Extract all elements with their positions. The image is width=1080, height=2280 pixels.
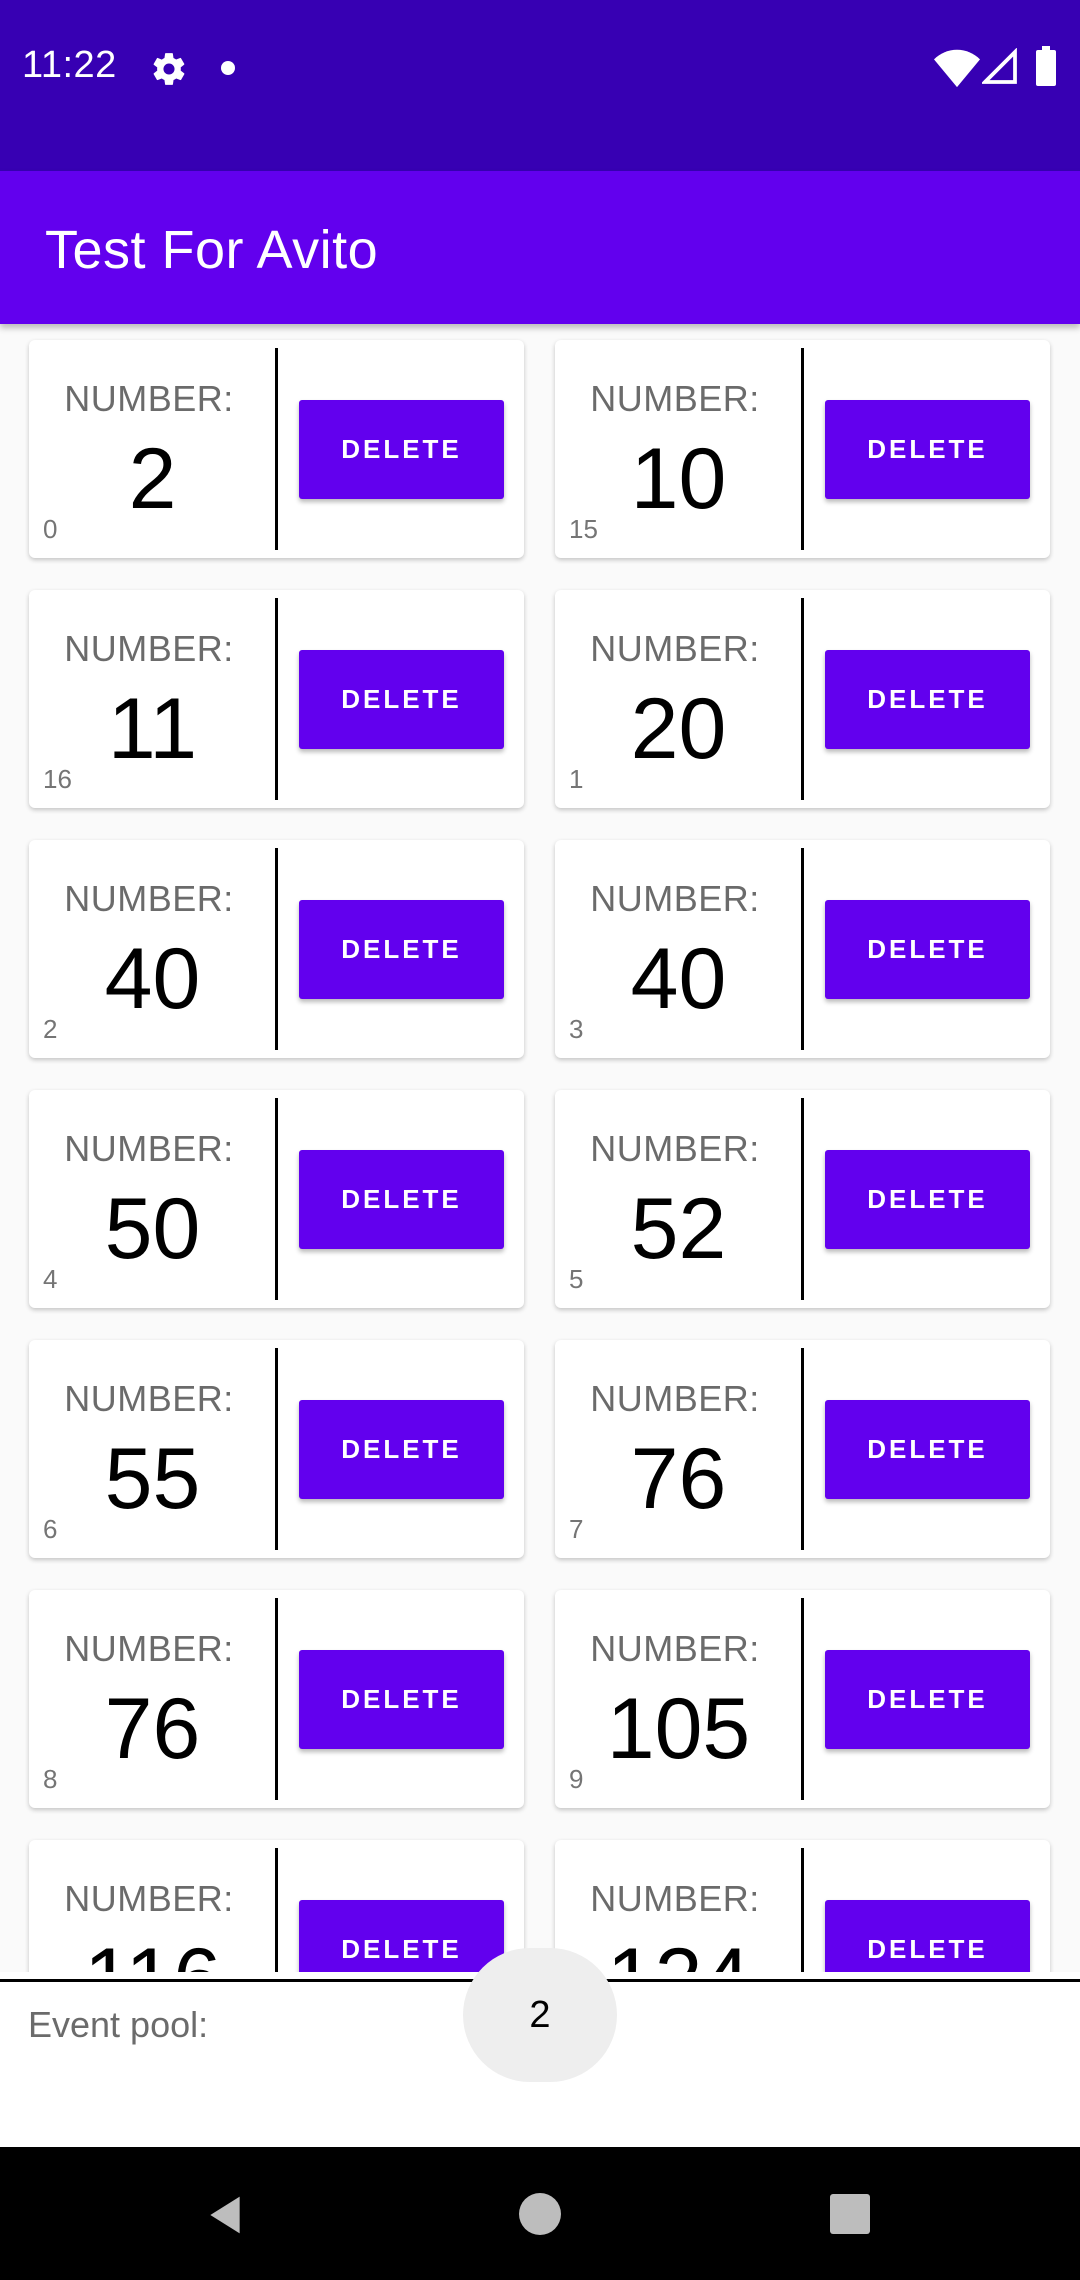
number-label: NUMBER:	[64, 378, 234, 419]
number-card: NUMBER: 40 2 DELETE	[29, 840, 524, 1058]
card-divider	[801, 598, 804, 800]
card-divider	[801, 1848, 804, 1972]
number-index: 9	[569, 1764, 584, 1794]
navigation-bar	[0, 2147, 1080, 2280]
number-list[interactable]: NUMBER: 2 0 DELETE NUMBER: 10 15 DELETE NUMBER: 1…	[0, 324, 1080, 1972]
number-label: NUMBER:	[64, 1628, 234, 1669]
delete-button[interactable]: DELETE	[299, 1650, 504, 1749]
card-divider	[801, 848, 804, 1050]
number-card: NUMBER: 2 0 DELETE	[29, 340, 524, 558]
number-index: 3	[569, 1014, 584, 1044]
number-value: 40	[104, 931, 201, 1027]
number-index: 4	[43, 1264, 58, 1294]
number-index: 7	[569, 1514, 584, 1544]
delete-button[interactable]: DELETE	[299, 1400, 504, 1499]
number-index: 16	[43, 764, 72, 794]
card-divider	[275, 848, 278, 1050]
number-value: 20	[630, 681, 727, 777]
notification-dot-icon	[221, 61, 235, 75]
card-divider	[275, 1098, 278, 1300]
delete-button[interactable]: DELETE	[825, 900, 1030, 999]
number-card: NUMBER: 52 5 DELETE	[555, 1090, 1050, 1308]
number-card: NUMBER: 10 15 DELETE	[555, 340, 1050, 558]
event-pool-label: Event pool:	[28, 2004, 209, 2045]
number-index: 1	[569, 764, 584, 794]
wifi-icon	[934, 49, 980, 88]
status-time: 11:22	[22, 44, 117, 86]
number-label: NUMBER:	[590, 1378, 760, 1419]
home-icon[interactable]	[519, 2193, 561, 2235]
number-label: NUMBER:	[64, 1878, 234, 1919]
back-icon[interactable]	[203, 2193, 247, 2237]
card-divider	[275, 1598, 278, 1800]
number-label: NUMBER:	[590, 1628, 760, 1669]
number-index: 5	[569, 1264, 584, 1294]
number-card: NUMBER: 55 6 DELETE	[29, 1340, 524, 1558]
delete-button[interactable]: DELETE	[825, 1650, 1030, 1749]
card-divider	[801, 1598, 804, 1800]
number-value: 116	[29, 1930, 276, 1972]
app-bar: Test For Avito	[0, 171, 1080, 324]
delete-button[interactable]: DELETE	[299, 400, 504, 499]
number-index: 6	[43, 1514, 58, 1544]
battery-icon	[1036, 46, 1056, 86]
card-divider	[801, 1098, 804, 1300]
delete-button[interactable]: DELETE	[825, 1900, 1030, 1972]
delete-button[interactable]: DELETE	[825, 650, 1030, 749]
number-label: NUMBER:	[64, 1378, 234, 1419]
number-index: 8	[43, 1764, 58, 1794]
number-value: 76	[104, 1681, 201, 1777]
delete-button[interactable]: DELETE	[299, 900, 504, 999]
number-value: 55	[104, 1431, 201, 1527]
number-label: NUMBER:	[64, 628, 234, 669]
number-index: 15	[569, 514, 598, 544]
event-pool-count: 2	[463, 1948, 617, 2082]
number-label: NUMBER:	[590, 1128, 760, 1169]
number-card: NUMBER: 76 8 DELETE	[29, 1590, 524, 1808]
number-value: 50	[104, 1181, 201, 1277]
number-value: 105	[606, 1681, 751, 1777]
number-card: NUMBER: 40 3 DELETE	[555, 840, 1050, 1058]
number-index: 2	[43, 1014, 58, 1044]
number-label: NUMBER:	[590, 378, 760, 419]
delete-button[interactable]: DELETE	[299, 650, 504, 749]
card-divider	[275, 348, 278, 550]
number-card: NUMBER: 105 9 DELETE	[555, 1590, 1050, 1808]
recents-icon[interactable]	[830, 2194, 870, 2234]
delete-button[interactable]: DELETE	[299, 1150, 504, 1249]
card-divider	[275, 1848, 278, 1972]
delete-button[interactable]: DELETE	[825, 400, 1030, 499]
number-value: 76	[630, 1431, 727, 1527]
number-card: NUMBER: 50 4 DELETE	[29, 1090, 524, 1308]
delete-button[interactable]: DELETE	[825, 1150, 1030, 1249]
number-index: 0	[43, 514, 58, 544]
number-card: NUMBER: 116 DELETE	[29, 1840, 524, 1972]
number-label: NUMBER:	[64, 878, 234, 919]
number-value: 52	[630, 1181, 727, 1277]
number-value: 2	[128, 431, 177, 527]
number-card: NUMBER: 20 1 DELETE	[555, 590, 1050, 808]
delete-button[interactable]: DELETE	[825, 1400, 1030, 1499]
card-divider	[275, 1348, 278, 1550]
number-label: NUMBER:	[590, 878, 760, 919]
settings-icon	[153, 53, 185, 85]
number-card: NUMBER:124DELETE	[555, 1840, 1050, 1972]
number-label: NUMBER:	[590, 628, 760, 669]
signal-icon	[982, 48, 1017, 84]
card-divider	[801, 348, 804, 550]
number-label: NUMBER:	[590, 1878, 760, 1919]
number-card: NUMBER: 76 7 DELETE	[555, 1340, 1050, 1558]
card-divider	[801, 1348, 804, 1550]
number-card: NUMBER: 11 16 DELETE	[29, 590, 524, 808]
delete-button[interactable]: DELETE	[299, 1900, 504, 1972]
app-title: Test For Avito	[45, 220, 379, 280]
number-value: 40	[630, 931, 727, 1027]
number-label: NUMBER:	[64, 1128, 234, 1169]
card-divider	[275, 598, 278, 800]
status-bar: 11:22	[0, 0, 1080, 171]
